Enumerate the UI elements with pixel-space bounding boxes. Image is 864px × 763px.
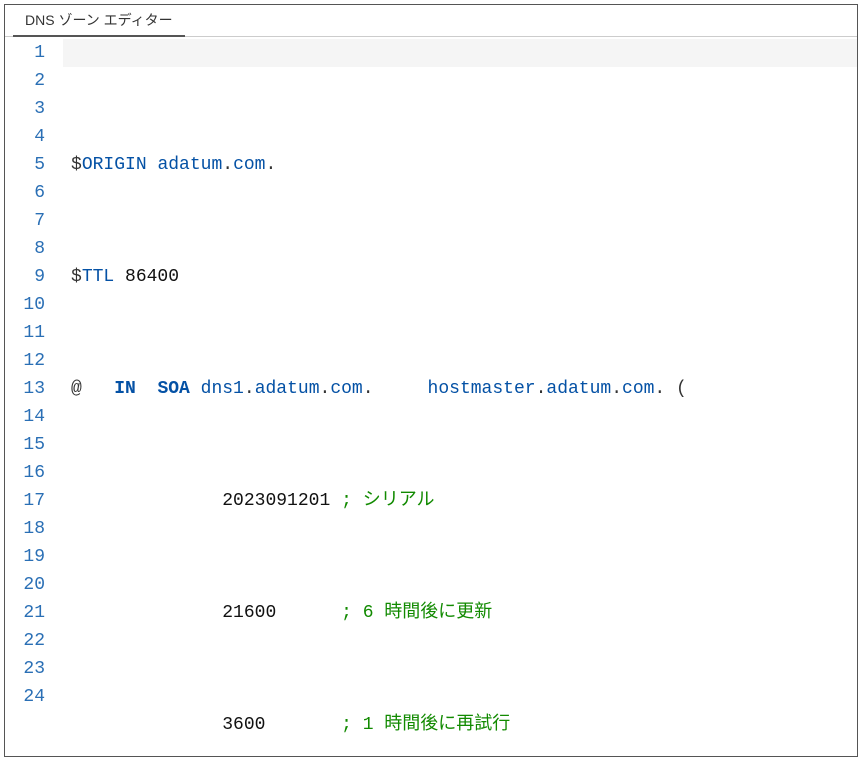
tld: com [622, 379, 654, 399]
dot: . [222, 155, 233, 175]
space [352, 491, 363, 511]
dot: . [244, 379, 255, 399]
at-origin: @ [71, 379, 82, 399]
space [330, 491, 341, 511]
line-number: 5 [13, 151, 45, 179]
ttl-value: 86400 [125, 267, 179, 287]
origin-directive: ORIGIN [82, 155, 147, 175]
indent [71, 603, 222, 623]
dot: . [265, 155, 276, 175]
line-number: 14 [13, 403, 45, 431]
comment-retry: 1 時間後に再試行 [363, 715, 511, 735]
dot: . [536, 379, 547, 399]
space [352, 603, 363, 623]
code-line[interactable]: $ORIGIN adatum.com. [71, 151, 849, 179]
line-number-gutter: 1 2 3 4 5 6 7 8 9 10 11 12 13 14 15 16 1… [5, 37, 63, 756]
active-line-highlight [63, 39, 857, 67]
semicolon: ; [341, 603, 352, 623]
line-number: 21 [13, 599, 45, 627]
line-number: 4 [13, 123, 45, 151]
line-number: 11 [13, 319, 45, 347]
code-line[interactable]: $TTL 86400 [71, 263, 849, 291]
tld: com [233, 155, 265, 175]
line-number: 23 [13, 655, 45, 683]
code-line[interactable]: 2023091201 ; シリアル [71, 487, 849, 515]
soa-refresh: 21600 [222, 603, 276, 623]
line-number: 19 [13, 543, 45, 571]
tab-dns-zone-editor[interactable]: DNS ゾーン エディター [13, 5, 185, 37]
dot: . [363, 379, 374, 399]
line-number: 16 [13, 459, 45, 487]
line-number: 20 [13, 571, 45, 599]
space [665, 379, 676, 399]
line-number: 22 [13, 627, 45, 655]
line-number: 17 [13, 487, 45, 515]
space [276, 603, 341, 623]
line-number: 13 [13, 375, 45, 403]
tld: com [330, 379, 362, 399]
ttl-directive: TTL [82, 267, 114, 287]
line-number: 3 [13, 95, 45, 123]
space [265, 715, 341, 735]
dot: . [320, 379, 331, 399]
domain: adatum [157, 155, 222, 175]
tab-bar: DNS ゾーン エディター [5, 5, 857, 37]
line-number: 1 [13, 39, 45, 67]
code-editor[interactable]: 1 2 3 4 5 6 7 8 9 10 11 12 13 14 15 16 1… [5, 37, 857, 756]
dot: . [611, 379, 622, 399]
line-number: 12 [13, 347, 45, 375]
indent [71, 715, 222, 735]
code-line[interactable]: @ IN SOA dns1.adatum.com. hostmaster.ada… [71, 375, 849, 403]
type-soa: SOA [157, 379, 189, 399]
editor-window: DNS ゾーン エディター 1 2 3 4 5 6 7 8 9 10 11 12… [4, 4, 858, 757]
semicolon: ; [341, 715, 352, 735]
comment-serial: シリアル [363, 491, 435, 511]
dollar-sign: $ [71, 267, 82, 287]
line-number: 24 [13, 683, 45, 711]
space [352, 715, 363, 735]
space [374, 379, 428, 399]
soa-serial: 2023091201 [222, 491, 330, 511]
line-number: 2 [13, 67, 45, 95]
code-line[interactable]: 3600 ; 1 時間後に再試行 [71, 711, 849, 739]
domain: adatum [255, 379, 320, 399]
dollar-sign: $ [71, 155, 82, 175]
class-in: IN [114, 379, 136, 399]
soa-retry: 3600 [222, 715, 265, 735]
space [82, 379, 114, 399]
code-area[interactable]: $ORIGIN adatum.com. $TTL 86400 @ IN SOA … [63, 37, 857, 756]
space [147, 155, 158, 175]
soa-ns: dns1 [201, 379, 244, 399]
semicolon: ; [341, 491, 352, 511]
domain: adatum [546, 379, 611, 399]
space [114, 267, 125, 287]
line-number: 15 [13, 431, 45, 459]
line-number: 6 [13, 179, 45, 207]
paren-open: ( [676, 379, 687, 399]
line-number: 8 [13, 235, 45, 263]
indent [71, 491, 222, 511]
line-number: 10 [13, 291, 45, 319]
dot: . [654, 379, 665, 399]
line-number: 18 [13, 515, 45, 543]
code-line[interactable]: 21600 ; 6 時間後に更新 [71, 599, 849, 627]
space [136, 379, 158, 399]
line-number: 7 [13, 207, 45, 235]
space [190, 379, 201, 399]
comment-refresh: 6 時間後に更新 [363, 603, 493, 623]
soa-mail: hostmaster [428, 379, 536, 399]
line-number: 9 [13, 263, 45, 291]
